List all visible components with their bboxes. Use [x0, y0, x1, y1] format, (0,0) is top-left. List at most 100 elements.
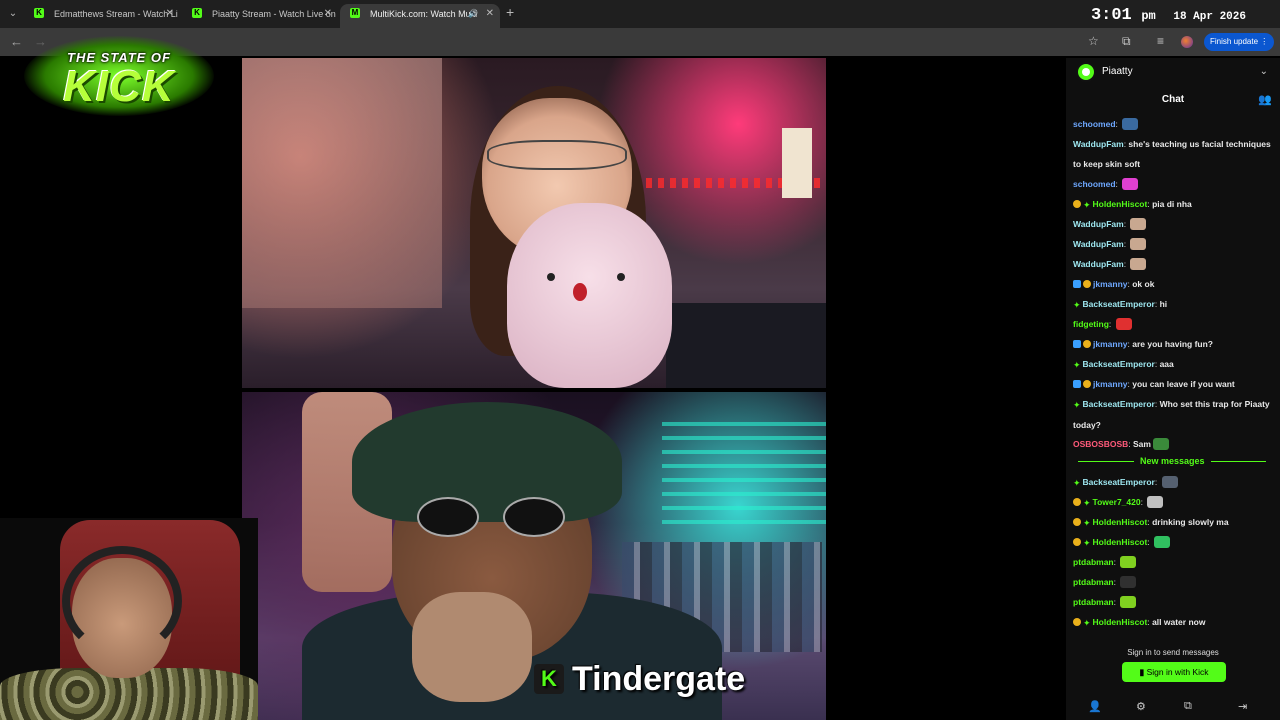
chat-username[interactable]: ptdabman: [1073, 597, 1114, 607]
state-of-kick-logo: THE STATE OF KICK: [24, 26, 214, 126]
plush-eye: [547, 273, 555, 281]
subscriber-badge-icon: [1083, 280, 1091, 288]
chat-username[interactable]: HoldenHiscot: [1093, 199, 1148, 209]
chat-username[interactable]: jkmanny: [1093, 379, 1128, 389]
eyeglasses: [487, 140, 627, 170]
add-user-icon[interactable]: 👤: [1088, 700, 1102, 713]
stream-video-top[interactable]: [242, 58, 826, 388]
chat-separator: :: [1123, 239, 1129, 249]
chat-separator: :: [1147, 537, 1153, 547]
chat-username[interactable]: HoldenHiscot: [1093, 617, 1148, 627]
chat-separator: :: [1140, 497, 1146, 507]
chat-username[interactable]: BackseatEmperor: [1083, 359, 1155, 369]
emote-icon[interactable]: [1154, 536, 1171, 548]
subscriber-badge-icon: [1073, 538, 1081, 546]
emote-icon[interactable]: [1122, 118, 1139, 130]
chat-text: ok ok: [1132, 279, 1155, 289]
emote-icon[interactable]: [1147, 496, 1164, 508]
chat-username[interactable]: schoomed: [1073, 179, 1116, 189]
chat-username[interactable]: WaddupFam: [1073, 239, 1124, 249]
tab-label: Piaatty Stream - Watch Live on: [212, 9, 336, 19]
chat-message: ✦ HoldenHiscot: drinking slowly ma: [1073, 512, 1273, 532]
emote-icon[interactable]: [1122, 178, 1139, 190]
chat-username[interactable]: WaddupFam: [1073, 219, 1124, 229]
emote-icon[interactable]: [1130, 238, 1147, 250]
tab-multikick[interactable]: M MultiKick.com: Watch Multi 🔊 ✕: [340, 4, 500, 28]
finish-update-button[interactable]: Finish update ⋮: [1204, 33, 1275, 51]
extensions-icon[interactable]: ⧉: [1122, 34, 1131, 49]
back-arrow-icon[interactable]: ←: [10, 34, 23, 49]
emote-icon[interactable]: [1130, 218, 1147, 230]
emote-icon[interactable]: [1120, 576, 1137, 588]
chat-text: you can leave if you want: [1132, 379, 1235, 389]
new-tab-button[interactable]: +: [506, 4, 514, 20]
chat-username[interactable]: HoldenHiscot: [1093, 537, 1148, 547]
chat-message: ✦ HoldenHiscot:: [1073, 532, 1273, 552]
tab-search-list-icon[interactable]: ≡: [1157, 34, 1164, 48]
chat-username[interactable]: WaddupFam: [1073, 259, 1124, 269]
chat-username[interactable]: BackseatEmperor: [1083, 399, 1155, 409]
signin-with-kick-button[interactable]: ▮ Sign in with Kick: [1122, 662, 1226, 682]
bar-table: [666, 303, 826, 388]
chat-message: ✦ BackseatEmperor: Who set this trap for …: [1073, 394, 1273, 434]
collapse-chat-icon[interactable]: ⇥: [1238, 700, 1247, 713]
moderator-badge-icon: [1073, 380, 1081, 388]
chat-username[interactable]: jkmanny: [1093, 279, 1128, 289]
chat-username[interactable]: BackseatEmperor: [1083, 477, 1155, 487]
chat-text: aaa: [1159, 359, 1174, 369]
users-icon[interactable]: 👥: [1258, 93, 1272, 106]
chat-new-message-list: ✦ BackseatEmperor: ✦ Tower7_420: ✦ HoldenHi…: [1073, 472, 1273, 632]
chat-username[interactable]: BackseatEmperor: [1083, 299, 1155, 309]
new-messages-label: New messages: [1134, 454, 1211, 468]
subscriber-badge-icon: [1083, 380, 1091, 388]
chat-username[interactable]: WaddupFam: [1073, 139, 1124, 149]
chat-message: ✦ BackseatEmperor: aaa: [1073, 354, 1273, 374]
chat-message: WaddupFam:: [1073, 234, 1273, 254]
chevron-down-icon[interactable]: ⌄: [1260, 66, 1268, 77]
clock-time: 3:01: [1090, 6, 1132, 25]
logo-line2: KICK: [63, 62, 175, 111]
close-tab-icon[interactable]: ✕: [486, 4, 494, 24]
channel-selector[interactable]: Piaatty ⌄: [1066, 58, 1280, 86]
popout-icon[interactable]: ⧉: [1184, 700, 1192, 713]
chat-text: Sam: [1133, 439, 1151, 449]
tab-search-icon[interactable]: ⌄: [4, 5, 22, 23]
emote-icon[interactable]: [1161, 476, 1178, 488]
emote-icon[interactable]: [1152, 438, 1169, 450]
chat-username[interactable]: fidgeting: [1073, 319, 1109, 329]
chat-username[interactable]: jkmanny: [1093, 339, 1128, 349]
chat-message: jkmanny: you can leave if you want: [1073, 374, 1273, 394]
chat-username[interactable]: Tower7_420: [1093, 497, 1141, 507]
clock-date: 18 Apr 2026: [1173, 11, 1246, 23]
chat-separator: :: [1154, 477, 1160, 487]
close-tab-icon[interactable]: ✕: [324, 4, 332, 24]
profile-avatar[interactable]: [1181, 36, 1193, 48]
chat-username[interactable]: HoldenHiscot: [1093, 517, 1148, 527]
chat-username[interactable]: schoomed: [1073, 119, 1116, 129]
chat-text: hi: [1159, 299, 1168, 309]
emote-icon[interactable]: [1120, 556, 1137, 568]
emote-icon[interactable]: [1120, 596, 1137, 608]
signin-note: Sign in to send messages: [1127, 648, 1219, 657]
close-tab-icon[interactable]: ✕: [166, 4, 174, 24]
chat-message: schoomed:: [1073, 114, 1273, 134]
tab-edmatthews[interactable]: K Edmatthews Stream - Watch Li ✕: [24, 4, 180, 28]
chat-message: WaddupFam:: [1073, 254, 1273, 274]
chat-username[interactable]: OSBOSBOSB: [1073, 439, 1128, 449]
chat-message: jkmanny: ok ok: [1073, 274, 1273, 294]
bookmark-star-icon[interactable]: ☆: [1088, 34, 1099, 48]
emote-icon[interactable]: [1115, 318, 1132, 330]
new-messages-divider[interactable]: New messages: [1078, 454, 1266, 468]
gear-icon[interactable]: ⚙: [1136, 700, 1146, 713]
tab-piaatty[interactable]: K Piaatty Stream - Watch Live on ✕: [182, 4, 338, 28]
chat-username[interactable]: ptdabman: [1073, 577, 1114, 587]
chat-separator: :: [1123, 259, 1129, 269]
caption-text: Tindergate: [572, 660, 746, 698]
headphones: [62, 546, 182, 656]
chat-text: are you having fun?: [1132, 339, 1213, 349]
speaker-icon[interactable]: 🔊: [468, 4, 478, 24]
chat-username[interactable]: ptdabman: [1073, 557, 1114, 567]
chat-text: drinking slowly ma: [1152, 517, 1229, 527]
emote-icon[interactable]: [1130, 258, 1147, 270]
multikick-favicon-icon: M: [350, 8, 360, 18]
